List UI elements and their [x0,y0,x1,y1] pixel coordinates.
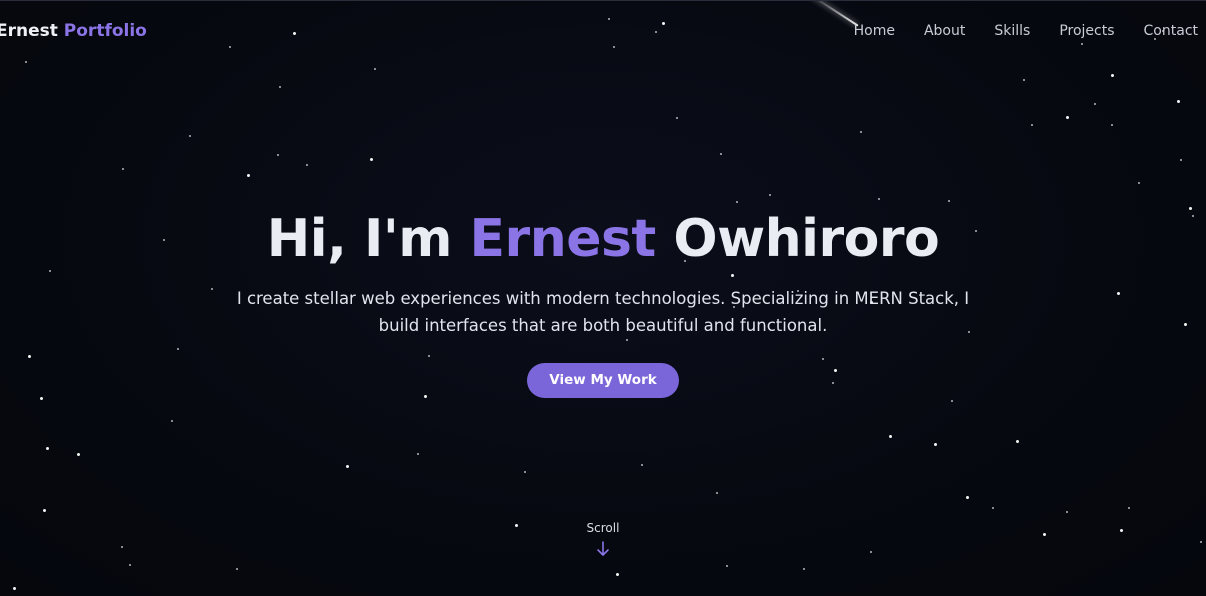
star [676,117,678,119]
page: Ernest Portfolio Home About Skills Proje… [0,0,1206,596]
star [1111,124,1113,126]
star [171,420,173,422]
star [1180,159,1182,161]
star [951,400,953,402]
hero-last-name: Owhiroro [673,209,940,269]
star [417,453,419,455]
star [236,568,238,570]
star [129,564,131,566]
star [46,447,49,450]
star [1177,100,1180,103]
view-my-work-button[interactable]: View My Work [527,363,679,398]
star [726,565,728,567]
star [524,471,526,473]
star [769,194,771,196]
hero-first-name: Ernest [469,209,657,269]
hero-greeting: Hi, I'm [266,209,453,269]
star [1066,511,1068,513]
nav-links: Home About Skills Projects Contact [825,23,1198,39]
star [1128,507,1130,509]
nav-link-home[interactable]: Home [854,23,895,39]
star [43,509,46,512]
arrow-down-icon [597,541,609,556]
star [374,68,376,70]
star [966,496,969,499]
nav-link-projects[interactable]: Projects [1059,23,1114,39]
star [736,201,738,203]
hero-description: I create stellar web experiences with mo… [236,289,970,335]
star [279,86,281,88]
star [277,154,279,156]
star [1138,182,1140,184]
star [370,158,373,161]
star [641,464,643,466]
star [992,507,994,509]
star [247,174,250,177]
star [803,568,805,570]
star [1023,79,1025,81]
star [1111,74,1114,77]
brand-second-word: Portfolio [63,21,147,41]
star [878,198,880,200]
nav-link-skills[interactable]: Skills [994,23,1030,39]
brand-logo[interactable]: Ernest Portfolio [0,21,147,41]
star [860,131,862,133]
star [889,435,892,438]
star [346,465,349,468]
star [122,168,124,170]
star [1031,124,1033,126]
star [13,587,16,590]
nav-link-contact[interactable]: Contact [1144,23,1198,39]
star [616,573,619,576]
star [306,164,308,166]
star [934,443,937,446]
brand-first-word: Ernest [0,21,58,41]
star [1094,103,1096,105]
top-navigation: Ernest Portfolio Home About Skills Proje… [0,1,1206,63]
star [189,135,191,137]
star [1016,440,1019,443]
scroll-label: Scroll [586,521,620,535]
nav-link-about[interactable]: About [924,23,965,39]
star [720,153,722,155]
star [77,453,80,456]
star [948,200,950,202]
star [1066,116,1069,119]
scroll-indicator[interactable]: Scroll [0,521,1206,557]
hero-title: Hi, I'm Ernest Owhiroro [0,209,1206,269]
star [716,492,718,494]
hero-section: Hi, I'm Ernest Owhiroro I create stellar… [0,209,1206,398]
